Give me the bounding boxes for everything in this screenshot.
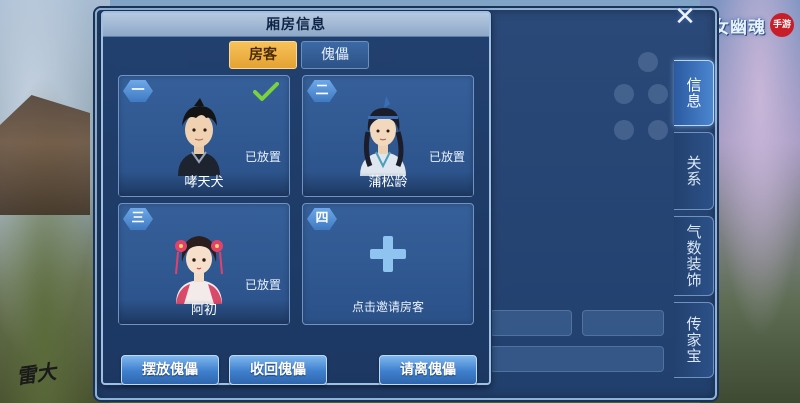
room-number-badge: 二 xyxy=(307,80,337,102)
checkmark-icon xyxy=(253,82,279,101)
background-button xyxy=(582,310,664,336)
background-dot xyxy=(648,120,668,140)
background-button xyxy=(490,310,572,336)
place-puppet-button[interactable]: 摆放傀儡 xyxy=(121,355,219,385)
tab-puppets[interactable]: 傀儡 xyxy=(301,41,369,69)
room-card-1[interactable]: 一 已放置 哮天犬 xyxy=(118,75,290,197)
right-info-panel xyxy=(488,40,680,380)
background-dot xyxy=(614,120,634,140)
logo-badge: 手游 xyxy=(770,13,794,37)
room-status: 已放置 xyxy=(428,150,465,164)
room-number-badge: 三 xyxy=(123,208,153,230)
tenant-name: 阿初 xyxy=(119,300,289,324)
evict-puppet-button[interactable]: 请离傀儡 xyxy=(379,355,477,385)
side-tab-info[interactable]: 信息 xyxy=(674,60,714,126)
signature: 雷大 xyxy=(14,359,58,389)
room-number-badge: 一 xyxy=(123,80,153,102)
room-card-2[interactable]: 二 已放置 蒲松龄 xyxy=(302,75,474,197)
background-dot xyxy=(648,84,668,104)
side-tab-relations[interactable]: 关系 xyxy=(674,132,714,210)
background-button xyxy=(490,346,664,372)
room-number-badge: 四 xyxy=(307,208,337,230)
side-tab-heirloom[interactable]: 传家宝 xyxy=(674,302,714,378)
room-card-4-empty[interactable]: 四 点击邀请房客 xyxy=(302,203,474,325)
background-dot xyxy=(614,84,634,104)
room-status: 已放置 xyxy=(244,150,281,164)
recall-puppet-button[interactable]: 收回傀儡 xyxy=(229,355,327,385)
close-icon[interactable]: ✕ xyxy=(670,2,700,32)
background-pavilion xyxy=(0,95,90,215)
plus-icon[interactable] xyxy=(368,234,408,274)
tab-tenants[interactable]: 房客 xyxy=(229,41,297,69)
room-status: 已放置 xyxy=(244,278,281,292)
invite-tenant-label[interactable]: 点击邀请房客 xyxy=(303,298,473,315)
tenant-name: 哮天犬 xyxy=(119,172,289,196)
tenant-name: 蒲松龄 xyxy=(303,172,473,196)
room-card-3[interactable]: 三 已放置 阿初 xyxy=(118,203,290,325)
avatar-portrait xyxy=(360,96,406,176)
avatar-portrait xyxy=(175,236,223,304)
side-tab-fortune-decor[interactable]: 气数装饰 xyxy=(674,216,714,296)
room-info-dialog: 厢房信息 房客 傀儡 一 已放置 哮天犬 二 已放置 蒲松龄 三 已放置 阿初 … xyxy=(101,11,491,385)
avatar-portrait xyxy=(178,98,220,176)
dialog-title: 厢房信息 xyxy=(266,17,326,33)
background-dot xyxy=(638,52,658,72)
